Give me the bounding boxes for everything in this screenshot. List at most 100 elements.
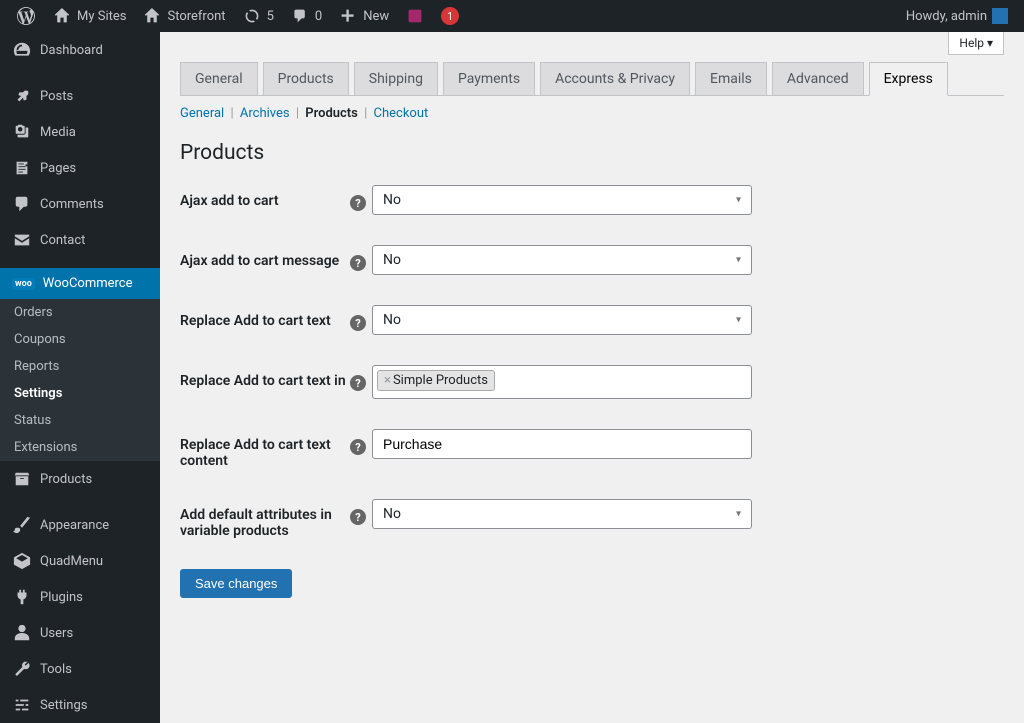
woo-submenu: Orders Coupons Reports Settings Status E… — [0, 299, 160, 461]
menu-plugins[interactable]: Plugins — [0, 579, 160, 615]
menu-label: Settings — [40, 698, 87, 713]
select-ajax-msg[interactable]: No — [372, 245, 752, 275]
menu-label: QuadMenu — [40, 554, 103, 569]
help-icon[interactable]: ? — [350, 315, 366, 331]
tab-payments[interactable]: Payments — [443, 62, 535, 95]
howdy[interactable]: Howdy, admin — [898, 0, 1016, 32]
menu-pages[interactable]: Pages — [0, 150, 160, 186]
comment-icon — [12, 194, 32, 214]
menu-users[interactable]: Users — [0, 615, 160, 651]
updates[interactable]: 5 — [234, 0, 282, 32]
help-tab[interactable]: Help ▾ — [948, 32, 1004, 55]
label-default-attrs: Add default attributes in variable produ… — [180, 499, 350, 539]
site-name[interactable]: Storefront — [134, 0, 233, 32]
menu-label: Appearance — [40, 518, 109, 533]
tab-express[interactable]: Express — [869, 62, 948, 96]
tag-remove[interactable]: × — [384, 373, 391, 388]
admin-bar: My Sites Storefront 5 0 New — [0, 0, 1024, 32]
menu-woocommerce[interactable]: woo WooCommerce — [0, 268, 160, 299]
label-replace-text: Replace Add to cart text — [180, 305, 350, 329]
save-button[interactable]: Save changes — [180, 569, 292, 598]
new[interactable]: New — [330, 0, 397, 32]
section-title: Products — [180, 141, 1004, 165]
help-icon[interactable]: ? — [350, 439, 366, 455]
menu-label: Users — [40, 626, 73, 641]
mail-icon — [12, 230, 32, 250]
subsection-links: General | Archives | Products | Checkout — [180, 106, 1004, 121]
comments-count: 0 — [315, 9, 322, 24]
menu-settings[interactable]: Settings — [0, 687, 160, 723]
settings-tabs: General Products Shipping Payments Accou… — [180, 62, 1004, 96]
label-ajax-add: Ajax add to cart — [180, 185, 350, 209]
select-default-attrs[interactable]: No — [372, 499, 752, 529]
subsub-general[interactable]: General — [180, 106, 224, 121]
tab-general[interactable]: General — [180, 62, 258, 95]
quadmenu-icon — [12, 551, 32, 571]
tag-simple-products: ×Simple Products — [377, 370, 495, 391]
select-replace-text[interactable]: No — [372, 305, 752, 335]
submenu-settings[interactable]: Settings — [0, 380, 160, 407]
menu-label: Plugins — [40, 590, 83, 605]
menu-quadmenu[interactable]: QuadMenu — [0, 543, 160, 579]
my-sites-label: My Sites — [77, 9, 126, 24]
woo-icon: woo — [12, 278, 35, 290]
menu-label: Pages — [40, 161, 76, 176]
tab-accounts[interactable]: Accounts & Privacy — [540, 62, 690, 95]
howdy-label: Howdy, admin — [906, 9, 987, 24]
tab-shipping[interactable]: Shipping — [354, 62, 438, 95]
help-icon[interactable]: ? — [350, 195, 366, 211]
plus-icon — [338, 6, 358, 26]
submenu-extensions[interactable]: Extensions — [0, 434, 160, 461]
menu-label: Tools — [40, 662, 72, 677]
menu-label: Media — [40, 125, 76, 140]
subsub-checkout[interactable]: Checkout — [374, 106, 429, 121]
comment-icon — [290, 6, 310, 26]
yoast-icon — [405, 6, 425, 26]
menu-dashboard[interactable]: Dashboard — [0, 32, 160, 68]
wrench-icon — [12, 659, 32, 679]
page-icon — [12, 158, 32, 178]
help-icon[interactable]: ? — [350, 375, 366, 391]
my-sites[interactable]: My Sites — [44, 0, 134, 32]
submenu-reports[interactable]: Reports — [0, 353, 160, 380]
tab-products[interactable]: Products — [263, 62, 349, 95]
admin-sidebar: Dashboard Posts Media Pages Comments Con… — [0, 32, 160, 723]
menu-comments[interactable]: Comments — [0, 186, 160, 222]
updates-count: 5 — [267, 9, 274, 24]
submenu-coupons[interactable]: Coupons — [0, 326, 160, 353]
input-replace-content[interactable] — [372, 429, 752, 459]
menu-appearance[interactable]: Appearance — [0, 507, 160, 543]
help-icon[interactable]: ? — [350, 255, 366, 271]
dashboard-icon — [12, 40, 32, 60]
brush-icon — [12, 515, 32, 535]
subsub-archives[interactable]: Archives — [240, 106, 290, 121]
wp-logo[interactable] — [8, 0, 44, 32]
media-icon — [12, 122, 32, 142]
menu-posts[interactable]: Posts — [0, 78, 160, 114]
label-replace-in: Replace Add to cart text in — [180, 365, 350, 389]
multiselect-replace-in[interactable]: ×Simple Products — [372, 365, 752, 399]
menu-label: WooCommerce — [43, 276, 133, 291]
comments[interactable]: 0 — [282, 0, 330, 32]
menu-label: Products — [40, 472, 92, 487]
subsub-products[interactable]: Products — [305, 106, 358, 121]
menu-tools[interactable]: Tools — [0, 651, 160, 687]
menu-media[interactable]: Media — [0, 114, 160, 150]
notif-badge: 1 — [441, 7, 459, 25]
yoast[interactable] — [397, 0, 433, 32]
menu-label: Posts — [40, 89, 73, 104]
pin-icon — [12, 86, 32, 106]
menu-label: Dashboard — [40, 43, 103, 58]
home-icon — [142, 6, 162, 26]
menu-products[interactable]: Products — [0, 461, 160, 497]
user-icon — [12, 623, 32, 643]
menu-contact[interactable]: Contact — [0, 222, 160, 258]
help-icon[interactable]: ? — [350, 509, 366, 525]
tab-advanced[interactable]: Advanced — [772, 62, 864, 95]
submenu-orders[interactable]: Orders — [0, 299, 160, 326]
notifications[interactable]: 1 — [433, 0, 467, 32]
tab-emails[interactable]: Emails — [695, 62, 767, 95]
select-ajax-add[interactable]: No — [372, 185, 752, 215]
submenu-status[interactable]: Status — [0, 407, 160, 434]
main-content: Help ▾ General Products Shipping Payment… — [160, 32, 1024, 723]
